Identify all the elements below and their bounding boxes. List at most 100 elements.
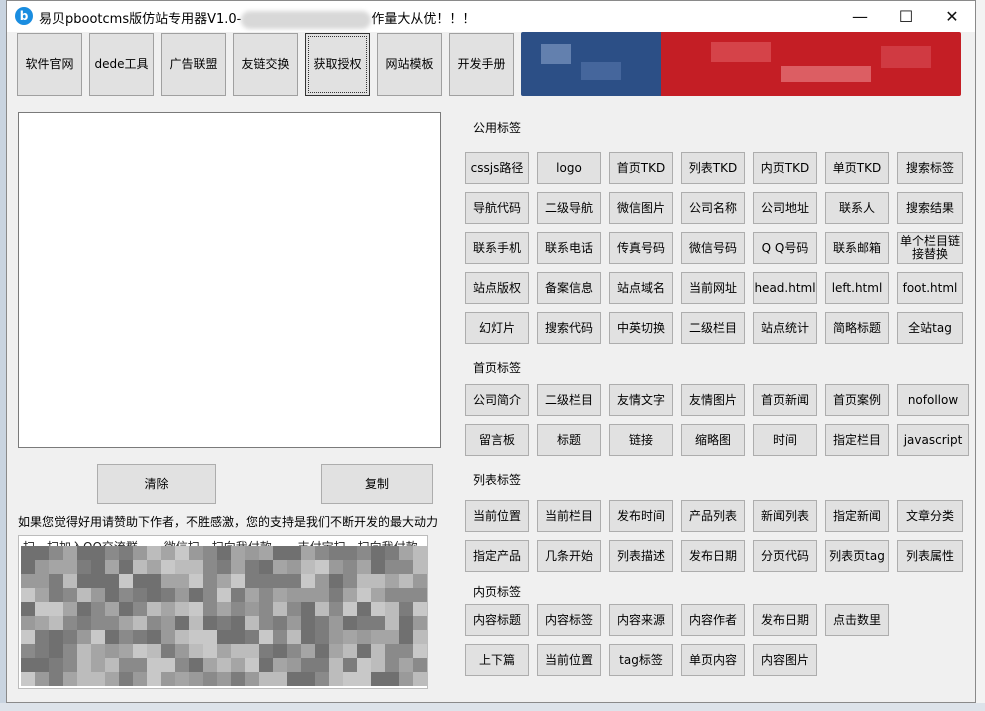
- tag-button[interactable]: 指定栏目: [825, 424, 889, 456]
- qr-pixel: [385, 644, 399, 658]
- tag-button[interactable]: 联系手机: [465, 232, 529, 264]
- tag-button[interactable]: 缩略图: [681, 424, 745, 456]
- tag-button[interactable]: 指定产品: [465, 540, 529, 572]
- tag-button[interactable]: 备案信息: [537, 272, 601, 304]
- qr-pixel: [189, 602, 203, 616]
- tag-button[interactable]: 微信号码: [681, 232, 745, 264]
- tag-button[interactable]: 公司简介: [465, 384, 529, 416]
- tag-button[interactable]: cssjs路径: [465, 152, 529, 184]
- tag-button[interactable]: 发布日期: [681, 540, 745, 572]
- tag-button[interactable]: 搜索结果: [897, 192, 963, 224]
- qr-pixel: [329, 658, 343, 672]
- tag-button[interactable]: 站点域名: [609, 272, 673, 304]
- tag-button[interactable]: 产品列表: [681, 500, 745, 532]
- qr-pixel: [77, 602, 91, 616]
- tag-button[interactable]: 联系电话: [537, 232, 601, 264]
- tag-button[interactable]: nofollow: [897, 384, 969, 416]
- tag-button[interactable]: 单页内容: [681, 644, 745, 676]
- tag-button[interactable]: 上下篇: [465, 644, 529, 676]
- tag-button[interactable]: 发布时间: [609, 500, 673, 532]
- tag-button[interactable]: 联系人: [825, 192, 889, 224]
- qr-pixel: [217, 616, 231, 630]
- tag-button[interactable]: 首页案例: [825, 384, 889, 416]
- qr-pixel: [105, 616, 119, 630]
- tag-button[interactable]: 文章分类: [897, 500, 963, 532]
- tag-button[interactable]: 内容标题: [465, 604, 529, 636]
- tag-button[interactable]: 当前位置: [537, 644, 601, 676]
- tag-button[interactable]: 时间: [753, 424, 817, 456]
- tag-button[interactable]: 二级栏目: [681, 312, 745, 344]
- qr-pixel: [161, 546, 175, 560]
- tag-button[interactable]: javascript: [897, 424, 969, 456]
- tag-button[interactable]: 单个栏目链接替换: [897, 232, 963, 264]
- tag-button[interactable]: 友情图片: [681, 384, 745, 416]
- toolbar-button-4[interactable]: 获取授权: [305, 33, 370, 96]
- tag-button[interactable]: 列表页tag: [825, 540, 889, 572]
- tag-button[interactable]: 搜索代码: [537, 312, 601, 344]
- toolbar-button-6[interactable]: 开发手册: [449, 33, 514, 96]
- tag-button[interactable]: 站点统计: [753, 312, 817, 344]
- tag-button[interactable]: 几条开始: [537, 540, 601, 572]
- tag-button[interactable]: 导航代码: [465, 192, 529, 224]
- qr-pixel: [399, 602, 413, 616]
- tag-button[interactable]: 留言板: [465, 424, 529, 456]
- support-message: 如果您觉得好用请赞助下作者，不胜感激，您的支持是我们不断开发的最大动力: [18, 515, 439, 529]
- tag-button[interactable]: 公司名称: [681, 192, 745, 224]
- tag-button[interactable]: 单页TKD: [825, 152, 889, 184]
- qr-pixel: [371, 658, 385, 672]
- tag-button[interactable]: 标题: [537, 424, 601, 456]
- tag-button[interactable]: 中英切换: [609, 312, 673, 344]
- tag-button[interactable]: 二级导航: [537, 192, 601, 224]
- toolbar-button-5[interactable]: 网站模板: [377, 33, 442, 96]
- tag-button[interactable]: 当前位置: [465, 500, 529, 532]
- tag-button[interactable]: tag标签: [609, 644, 673, 676]
- tag-button[interactable]: 分页代码: [753, 540, 817, 572]
- code-output-textarea[interactable]: [18, 112, 441, 448]
- tag-button[interactable]: 列表TKD: [681, 152, 745, 184]
- close-button[interactable]: ✕: [929, 1, 975, 32]
- tag-button[interactable]: 首页TKD: [609, 152, 673, 184]
- tag-button[interactable]: 联系邮箱: [825, 232, 889, 264]
- tag-button[interactable]: 友情文字: [609, 384, 673, 416]
- toolbar-button-1[interactable]: dede工具: [89, 33, 154, 96]
- tag-button[interactable]: left.html: [825, 272, 889, 304]
- tag-button[interactable]: 内容标签: [537, 604, 601, 636]
- tag-button[interactable]: 当前栏目: [537, 500, 601, 532]
- tag-button[interactable]: 点击数里: [825, 604, 889, 636]
- tag-button[interactable]: foot.html: [897, 272, 963, 304]
- clear-button[interactable]: 清除: [97, 464, 216, 504]
- tag-button[interactable]: 幻灯片: [465, 312, 529, 344]
- tag-button[interactable]: 内容作者: [681, 604, 745, 636]
- maximize-button[interactable]: ☐: [883, 1, 929, 32]
- tag-button[interactable]: 列表属性: [897, 540, 963, 572]
- copy-button[interactable]: 复制: [321, 464, 433, 504]
- ad-banner[interactable]: [521, 32, 961, 96]
- tag-button[interactable]: 内容来源: [609, 604, 673, 636]
- tag-button[interactable]: 新闻列表: [753, 500, 817, 532]
- tag-button[interactable]: 公司地址: [753, 192, 817, 224]
- minimize-button[interactable]: —: [837, 1, 883, 32]
- tag-button[interactable]: 二级栏目: [537, 384, 601, 416]
- tag-button[interactable]: Q Q号码: [753, 232, 817, 264]
- tag-button[interactable]: 搜索标签: [897, 152, 963, 184]
- tag-button[interactable]: 当前网址: [681, 272, 745, 304]
- tag-button[interactable]: 简略标题: [825, 312, 889, 344]
- toolbar-button-2[interactable]: 广告联盟: [161, 33, 226, 96]
- tag-button[interactable]: 微信图片: [609, 192, 673, 224]
- toolbar-button-0[interactable]: 软件官网: [17, 33, 82, 96]
- tag-button[interactable]: 指定新闻: [825, 500, 889, 532]
- tag-button[interactable]: 全站tag: [897, 312, 963, 344]
- tag-button[interactable]: 站点版权: [465, 272, 529, 304]
- tag-button[interactable]: 链接: [609, 424, 673, 456]
- qr-pixel: [301, 644, 315, 658]
- qr-pixel: [203, 630, 217, 644]
- tag-button[interactable]: logo: [537, 152, 601, 184]
- toolbar-button-3[interactable]: 友链交换: [233, 33, 298, 96]
- tag-button[interactable]: 内容图片: [753, 644, 817, 676]
- tag-button[interactable]: head.html: [753, 272, 817, 304]
- tag-button[interactable]: 首页新闻: [753, 384, 817, 416]
- tag-button[interactable]: 发布日期: [753, 604, 817, 636]
- tag-button[interactable]: 传真号码: [609, 232, 673, 264]
- tag-button[interactable]: 列表描述: [609, 540, 673, 572]
- tag-button[interactable]: 内页TKD: [753, 152, 817, 184]
